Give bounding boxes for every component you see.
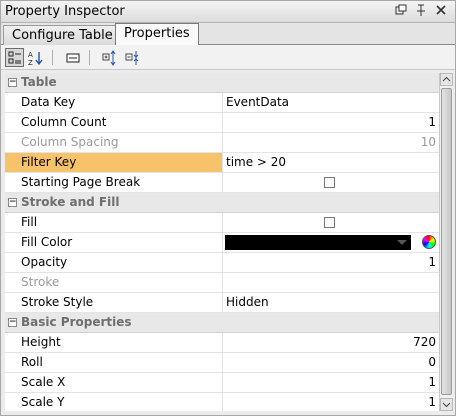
property-name: Column Spacing [21, 135, 119, 149]
property-name: Scale X [21, 375, 66, 389]
property-name: Opacity [21, 255, 68, 269]
property-name: Stroke [21, 275, 60, 289]
expand-all-icon [102, 49, 115, 66]
property-name: Height [21, 335, 61, 349]
value-number: 1 [428, 395, 436, 409]
property-row-stroke: Stroke [5, 273, 439, 293]
chevron-down-icon [442, 402, 451, 408]
category-basic-properties[interactable]: − Basic Properties [5, 313, 439, 333]
chevron-up-icon [442, 76, 451, 82]
property-name: Column Count [21, 115, 107, 129]
category-table[interactable]: − Table [5, 73, 439, 93]
title-bar: Property Inspector [1, 1, 455, 23]
categorized-view-button[interactable] [5, 48, 24, 67]
close-icon[interactable] [433, 4, 449, 20]
property-value-opacity[interactable]: 1 [222, 253, 439, 272]
property-value-scale-y[interactable]: 1 [222, 393, 439, 411]
property-name: Filter Key [5, 153, 222, 172]
property-row-opacity[interactable]: Opacity 1 [5, 253, 439, 273]
property-value-fill-color [222, 233, 439, 252]
collapse-all-icon [125, 50, 138, 65]
value-number: 0 [428, 355, 436, 369]
starting-page-break-checkbox[interactable] [324, 177, 335, 188]
property-row-data-key[interactable]: Data Key EventData [5, 93, 439, 113]
property-value-filter-key[interactable]: time > 20 [222, 153, 439, 172]
property-row-column-count[interactable]: Column Count 1 [5, 113, 439, 133]
property-grid: − Table Data Key EventData Column Count … [5, 73, 439, 411]
toolbar-separator [52, 50, 53, 65]
property-row-starting-page-break[interactable]: Starting Page Break [5, 173, 439, 193]
alphabetic-sort-icon: A Z [28, 51, 43, 66]
property-name: Fill Color [21, 235, 73, 249]
value-number: 1 [428, 255, 436, 269]
property-name: Starting Page Break [21, 175, 141, 189]
property-value-column-spacing: 10 [222, 133, 439, 152]
property-row-fill[interactable]: Fill [5, 213, 439, 233]
property-name: Data Key [21, 95, 76, 109]
toolbar-separator [89, 50, 90, 65]
value-number: 1 [428, 115, 436, 129]
property-value-scale-x[interactable]: 1 [222, 373, 439, 392]
tab-label: Properties [124, 26, 190, 41]
property-row-height[interactable]: Height 720 [5, 333, 439, 353]
property-value-height[interactable]: 720 [222, 333, 439, 352]
value-text: time > 20 [226, 155, 287, 169]
svg-text:Z: Z [28, 59, 33, 66]
property-row-scale-y[interactable]: Scale Y 1 [5, 393, 439, 411]
property-row-column-spacing: Column Spacing 10 [5, 133, 439, 153]
categorized-view-icon [8, 51, 21, 63]
scrollbar-thumb[interactable] [441, 88, 452, 395]
property-value-column-count[interactable]: 1 [222, 113, 439, 132]
pin-icon[interactable] [413, 4, 429, 20]
tab-bar: Configure Table Properties [1, 23, 455, 45]
property-value-roll[interactable]: 0 [222, 353, 439, 372]
property-row-fill-color[interactable]: Fill Color [5, 233, 439, 253]
fill-checkbox[interactable] [324, 217, 335, 228]
property-name: Roll [21, 355, 43, 369]
value-text: Hidden [226, 295, 269, 309]
category-label: Stroke and Fill [21, 195, 120, 209]
vertical-scrollbar[interactable] [439, 73, 453, 411]
value-number: 720 [413, 335, 436, 349]
value-number: 1 [428, 375, 436, 389]
property-value-starting-page-break [222, 173, 439, 192]
alphabetic-sort-button[interactable]: A Z [26, 48, 45, 67]
value-text: EventData [226, 95, 290, 109]
property-row-stroke-style[interactable]: Stroke Style Hidden [5, 293, 439, 313]
toolbar: A Z [1, 45, 455, 70]
property-name: Stroke Style [21, 295, 94, 309]
color-wheel-icon[interactable] [422, 235, 436, 249]
tab-label: Configure Table [12, 28, 113, 43]
category-stroke-and-fill[interactable]: − Stroke and Fill [5, 193, 439, 213]
category-label: Table [21, 75, 57, 89]
edit-binding-icon [66, 53, 79, 62]
property-name: Fill [21, 215, 38, 229]
scroll-up-button[interactable] [440, 73, 453, 86]
float-window-icon[interactable] [393, 4, 409, 20]
window-title: Property Inspector [5, 4, 125, 19]
collapse-toggle-icon[interactable]: − [8, 78, 17, 87]
property-value-data-key[interactable]: EventData [222, 93, 439, 112]
property-value-fill [222, 213, 439, 232]
tab-configure-table[interactable]: Configure Table [3, 25, 122, 45]
edit-binding-button[interactable] [63, 48, 82, 67]
chevron-down-icon [397, 240, 407, 245]
svg-text:A: A [28, 51, 33, 59]
scroll-down-button[interactable] [440, 398, 453, 411]
collapse-toggle-icon[interactable]: − [8, 318, 17, 327]
fill-color-dropdown[interactable] [225, 235, 411, 250]
collapse-toggle-icon[interactable]: − [8, 198, 17, 207]
expand-all-button[interactable] [100, 48, 119, 67]
property-row-scale-x[interactable]: Scale X 1 [5, 373, 439, 393]
property-name: Scale Y [21, 395, 65, 409]
property-inspector-window: Property Inspector Configure Table Prope… [0, 0, 456, 416]
tab-properties[interactable]: Properties [115, 23, 199, 45]
category-label: Basic Properties [21, 315, 132, 329]
property-row-filter-key[interactable]: Filter Key time > 20 [5, 153, 439, 173]
value-number: 10 [420, 135, 436, 149]
property-value-stroke-style[interactable]: Hidden [222, 293, 439, 312]
property-value-stroke [222, 273, 439, 292]
collapse-all-button[interactable] [123, 48, 142, 67]
property-row-roll[interactable]: Roll 0 [5, 353, 439, 373]
